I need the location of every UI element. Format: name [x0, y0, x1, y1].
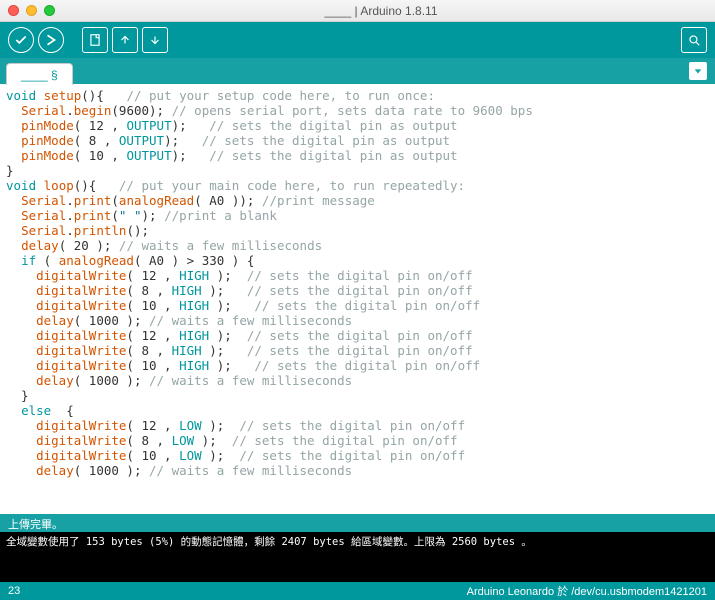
code-line[interactable]: digitalWrite( 8 , HIGH ); // sets the di…: [6, 283, 709, 298]
code-line[interactable]: void setup(){ // put your setup code her…: [6, 88, 709, 103]
code-line[interactable]: digitalWrite( 12 , HIGH ); // sets the d…: [6, 268, 709, 283]
code-line[interactable]: Serial.print(" "); //print a blank: [6, 208, 709, 223]
code-line[interactable]: if ( analogRead( A0 ) > 330 ) {: [6, 253, 709, 268]
line-number: 23: [8, 585, 20, 597]
new-sketch-button[interactable]: [82, 27, 108, 53]
upload-button[interactable]: [38, 27, 64, 53]
code-line[interactable]: pinMode( 8 , OUTPUT); // sets the digita…: [6, 133, 709, 148]
code-line[interactable]: }: [6, 388, 709, 403]
window-title: ____ | Arduino 1.8.11: [55, 4, 707, 18]
code-line[interactable]: delay( 20 ); // waits a few milliseconds: [6, 238, 709, 253]
maximize-window-button[interactable]: [44, 5, 55, 16]
window-titlebar: ____ | Arduino 1.8.11: [0, 0, 715, 22]
code-editor[interactable]: void setup(){ // put your setup code her…: [0, 84, 715, 514]
code-line[interactable]: delay( 1000 ); // waits a few millisecon…: [6, 463, 709, 478]
code-line[interactable]: pinMode( 10 , OUTPUT); // sets the digit…: [6, 148, 709, 163]
minimize-window-button[interactable]: [26, 5, 37, 16]
code-line[interactable]: }: [6, 163, 709, 178]
code-line[interactable]: digitalWrite( 10 , HIGH ); // sets the d…: [6, 298, 709, 313]
code-line[interactable]: digitalWrite( 8 , HIGH ); // sets the di…: [6, 343, 709, 358]
code-line[interactable]: digitalWrite( 8 , LOW ); // sets the dig…: [6, 433, 709, 448]
code-line[interactable]: Serial.begin(9600); // opens serial port…: [6, 103, 709, 118]
sketch-tab[interactable]: ____ §: [6, 63, 73, 85]
footer-bar: 23 Arduino Leonardo 於 /dev/cu.usbmodem14…: [0, 582, 715, 600]
code-line[interactable]: pinMode( 12 , OUTPUT); // sets the digit…: [6, 118, 709, 133]
code-line[interactable]: digitalWrite( 10 , HIGH ); // sets the d…: [6, 358, 709, 373]
verify-button[interactable]: [8, 27, 34, 53]
serial-monitor-button[interactable]: [681, 27, 707, 53]
console-output[interactable]: 全域變數使用了 153 bytes (5%) 的動態記憶體，剩餘 2407 by…: [0, 532, 715, 582]
code-line[interactable]: void loop(){ // put your main code here,…: [6, 178, 709, 193]
tab-menu-button[interactable]: [689, 62, 707, 80]
board-port-info: Arduino Leonardo 於 /dev/cu.usbmodem14212…: [467, 583, 707, 599]
code-line[interactable]: Serial.print(analogRead( A0 )); //print …: [6, 193, 709, 208]
toolbar: [0, 22, 715, 58]
tab-bar: ____ §: [0, 58, 715, 84]
code-line[interactable]: digitalWrite( 12 , LOW ); // sets the di…: [6, 418, 709, 433]
code-line[interactable]: delay( 1000 ); // waits a few millisecon…: [6, 313, 709, 328]
code-line[interactable]: Serial.println();: [6, 223, 709, 238]
save-sketch-button[interactable]: [142, 27, 168, 53]
code-line[interactable]: delay( 1000 ); // waits a few millisecon…: [6, 373, 709, 388]
close-window-button[interactable]: [8, 5, 19, 16]
code-line[interactable]: digitalWrite( 10 , LOW ); // sets the di…: [6, 448, 709, 463]
code-line[interactable]: else {: [6, 403, 709, 418]
status-line: 上傳完畢。: [0, 514, 715, 532]
code-line[interactable]: digitalWrite( 12 , HIGH ); // sets the d…: [6, 328, 709, 343]
open-sketch-button[interactable]: [112, 27, 138, 53]
